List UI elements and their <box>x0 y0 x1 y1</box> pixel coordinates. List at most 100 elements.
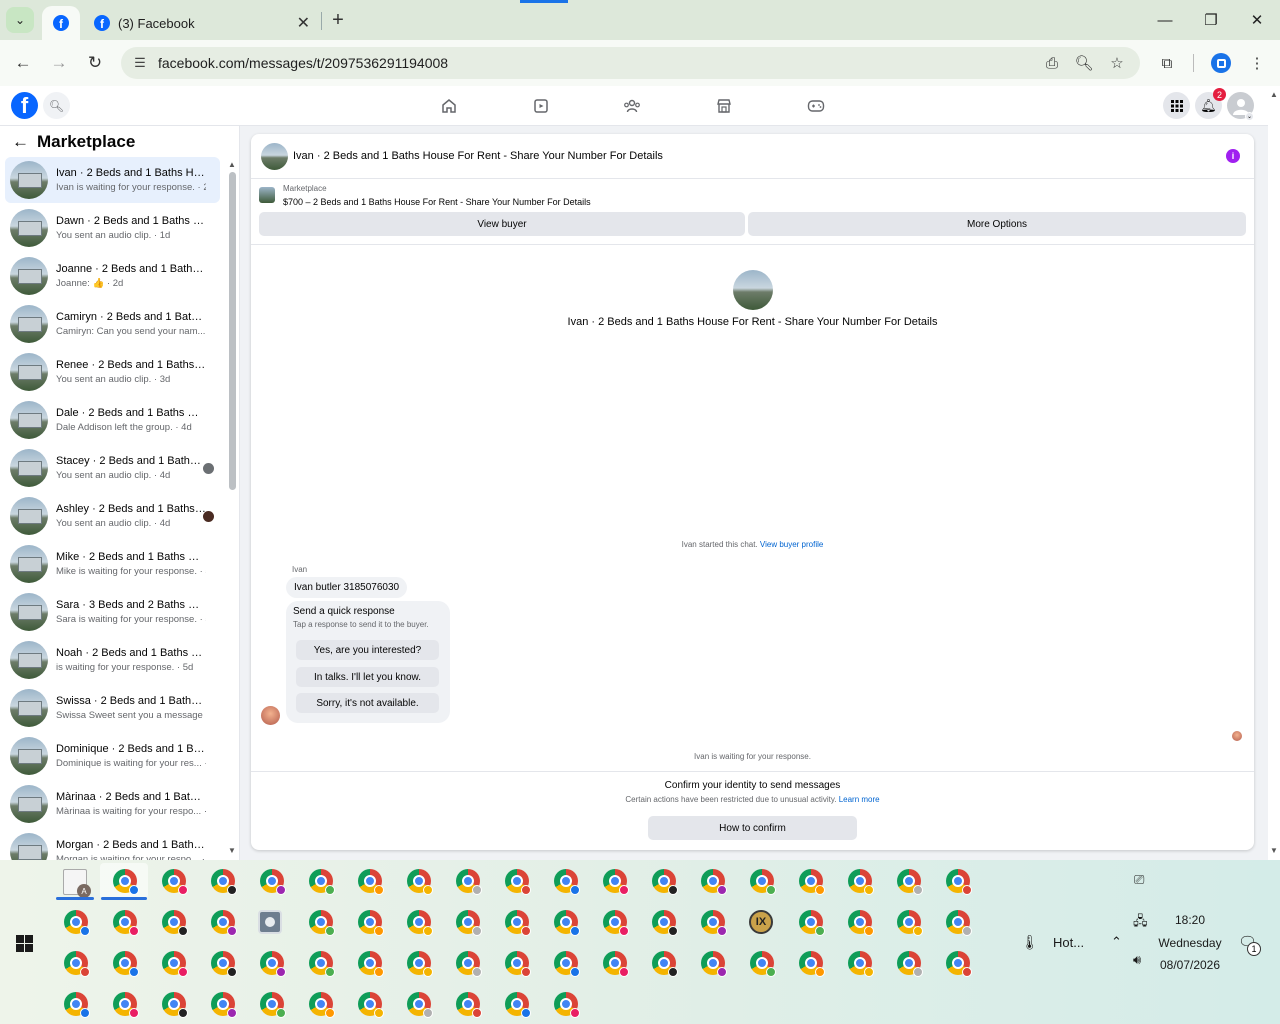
chrome-app-icon[interactable] <box>113 910 139 936</box>
learn-more-link[interactable]: Learn more <box>839 795 880 804</box>
chrome-app-icon[interactable] <box>897 869 923 895</box>
how-to-confirm-button[interactable]: How to confirm <box>648 816 857 840</box>
conversation-item[interactable]: Mike · 2 Beds and 1 Baths Hous... Mike is… <box>5 541 220 587</box>
chrome-app-icon[interactable] <box>113 869 139 895</box>
chrome-app-icon[interactable] <box>358 910 384 936</box>
chrome-app-icon[interactable] <box>309 951 335 977</box>
tab-facebook[interactable]: f (3) Facebook ✕ <box>84 6 320 40</box>
chrome-app-icon[interactable] <box>407 869 433 895</box>
chrome-app-icon[interactable] <box>113 992 139 1018</box>
profile-icon[interactable] <box>1211 53 1231 73</box>
network-icon[interactable]: 🖧︎ <box>1133 912 1148 934</box>
chrome-app-icon[interactable] <box>407 992 433 1018</box>
tab-pinned-facebook[interactable]: f <box>42 6 80 40</box>
conversation-item[interactable]: Sara · 3 Beds and 2 Baths Hous... Sara is… <box>5 589 220 635</box>
ix-app-icon[interactable]: IX <box>749 910 773 934</box>
reload-button[interactable]: ↻ <box>82 50 108 76</box>
back-arrow-icon[interactable]: ← <box>12 132 29 152</box>
chrome-app-icon[interactable] <box>358 951 384 977</box>
volume-icon[interactable]: 🔊︎ <box>1133 952 1141 968</box>
listing-thumbnail[interactable] <box>259 187 275 203</box>
message-bubble[interactable]: Ivan butler 3185076030 <box>286 577 408 598</box>
new-tab-button[interactable]: + <box>326 8 350 32</box>
disk-app-icon[interactable] <box>258 910 282 934</box>
view-buyer-profile-link[interactable]: View buyer profile <box>760 540 823 549</box>
friends-icon[interactable] <box>622 96 642 116</box>
sidebar-scrollbar[interactable] <box>229 172 236 490</box>
install-app-icon[interactable]: ⎙ <box>1041 52 1063 74</box>
chrome-app-icon[interactable] <box>211 910 237 936</box>
conversation-item[interactable]: Stacey · 2 Beds and 1 Baths H... You sent… <box>5 445 220 491</box>
chat-header-avatar[interactable] <box>261 143 288 170</box>
chrome-app-icon[interactable] <box>505 869 531 895</box>
conversation-item[interactable]: Ashley · 2 Beds and 1 Baths ... You sent … <box>5 493 220 539</box>
chrome-app-icon[interactable] <box>603 869 629 895</box>
extensions-icon[interactable]: ⧉ <box>1156 52 1178 74</box>
chrome-app-icon[interactable] <box>162 869 188 895</box>
chrome-app-icon[interactable] <box>260 992 286 1018</box>
view-buyer-button[interactable]: View buyer <box>259 212 745 236</box>
conversation-item[interactable]: Renee · 2 Beds and 1 Baths Hou... You sen… <box>5 349 220 395</box>
chrome-app-icon[interactable] <box>358 992 384 1018</box>
chrome-app-icon[interactable] <box>946 869 972 895</box>
conversation-item[interactable]: Dawn · 2 Beds and 1 Baths Hou... You sent… <box>5 205 220 251</box>
clock-day[interactable]: Wednesday <box>1158 936 1222 950</box>
chrome-app-icon[interactable] <box>554 869 580 895</box>
quick-response-option[interactable]: Sorry, it's not available. <box>296 693 439 713</box>
chrome-app-icon[interactable] <box>211 869 237 895</box>
chrome-app-icon[interactable] <box>603 910 629 936</box>
weather-text[interactable]: Hot... <box>1053 935 1084 950</box>
chrome-app-icon[interactable] <box>603 951 629 977</box>
zoom-icon[interactable]: 🔍︎ <box>1073 52 1095 74</box>
chrome-app-icon[interactable] <box>260 951 286 977</box>
more-options-button[interactable]: More Options <box>748 212 1246 236</box>
gaming-icon[interactable] <box>806 96 826 116</box>
facebook-logo-icon[interactable]: f <box>11 92 38 119</box>
chrome-app-icon[interactable] <box>946 951 972 977</box>
conversation-item[interactable]: Camiryn · 2 Beds and 1 Baths H... Camiryn… <box>5 301 220 347</box>
conversation-item[interactable]: Ivan · 2 Beds and 1 Baths Hous... Ivan is… <box>5 157 220 203</box>
scroll-down-arrow-icon[interactable]: ▼ <box>1270 846 1278 855</box>
chrome-app-icon[interactable] <box>260 869 286 895</box>
chrome-app-icon[interactable] <box>64 910 90 936</box>
quick-response-option[interactable]: In talks. I'll let you know. <box>296 667 439 687</box>
chrome-app-icon[interactable] <box>799 951 825 977</box>
chrome-app-icon[interactable] <box>799 869 825 895</box>
chrome-app-icon[interactable] <box>505 951 531 977</box>
chrome-app-icon[interactable] <box>554 910 580 936</box>
close-window-button[interactable]: ✕ <box>1245 8 1269 32</box>
chrome-app-icon[interactable] <box>456 992 482 1018</box>
chrome-app-icon[interactable] <box>309 910 335 936</box>
quick-response-option[interactable]: Yes, are you interested? <box>296 640 439 660</box>
start-button[interactable] <box>16 935 33 952</box>
chrome-app-icon[interactable] <box>554 992 580 1018</box>
chrome-app-icon[interactable] <box>211 951 237 977</box>
chrome-app-icon[interactable] <box>211 992 237 1018</box>
chrome-app-icon[interactable] <box>456 869 482 895</box>
back-button[interactable]: ← <box>10 50 36 76</box>
chrome-app-icon[interactable] <box>897 951 923 977</box>
show-hidden-icons-chevron-up-icon[interactable]: ⌃ <box>1111 934 1122 950</box>
chrome-app-icon[interactable] <box>848 869 874 895</box>
conversation-item[interactable]: Swissa · 2 Beds and 1 Baths Ho... Swissa … <box>5 685 220 731</box>
chrome-app-icon[interactable] <box>64 951 90 977</box>
chrome-app-icon[interactable] <box>701 910 727 936</box>
chrome-app-icon[interactable] <box>505 992 531 1018</box>
chrome-app-icon[interactable] <box>64 992 90 1018</box>
chrome-app-icon[interactable] <box>652 910 678 936</box>
chrome-app-icon[interactable] <box>456 910 482 936</box>
marketplace-icon[interactable] <box>714 96 734 116</box>
chrome-app-icon[interactable] <box>652 951 678 977</box>
restore-button[interactable]: ❐ <box>1199 8 1223 32</box>
chrome-app-icon[interactable] <box>113 951 139 977</box>
chrome-app-icon[interactable] <box>848 951 874 977</box>
url-text[interactable]: facebook.com/messages/t/2097536291194008 <box>158 55 448 71</box>
chrome-app-icon[interactable] <box>554 951 580 977</box>
site-settings-icon[interactable]: ☰ <box>131 54 149 72</box>
chrome-app-icon[interactable] <box>309 992 335 1018</box>
scroll-up-arrow-icon[interactable]: ▲ <box>1270 90 1278 99</box>
scroll-down-arrow-icon[interactable]: ▼ <box>228 846 236 855</box>
conversation-item[interactable]: Joanne · 2 Beds and 1 Baths Ho... Joanne:… <box>5 253 220 299</box>
forward-button[interactable]: → <box>46 50 72 76</box>
conversation-item[interactable]: Màrinaa · 2 Beds and 1 Baths H... Màrinaa… <box>5 781 220 827</box>
